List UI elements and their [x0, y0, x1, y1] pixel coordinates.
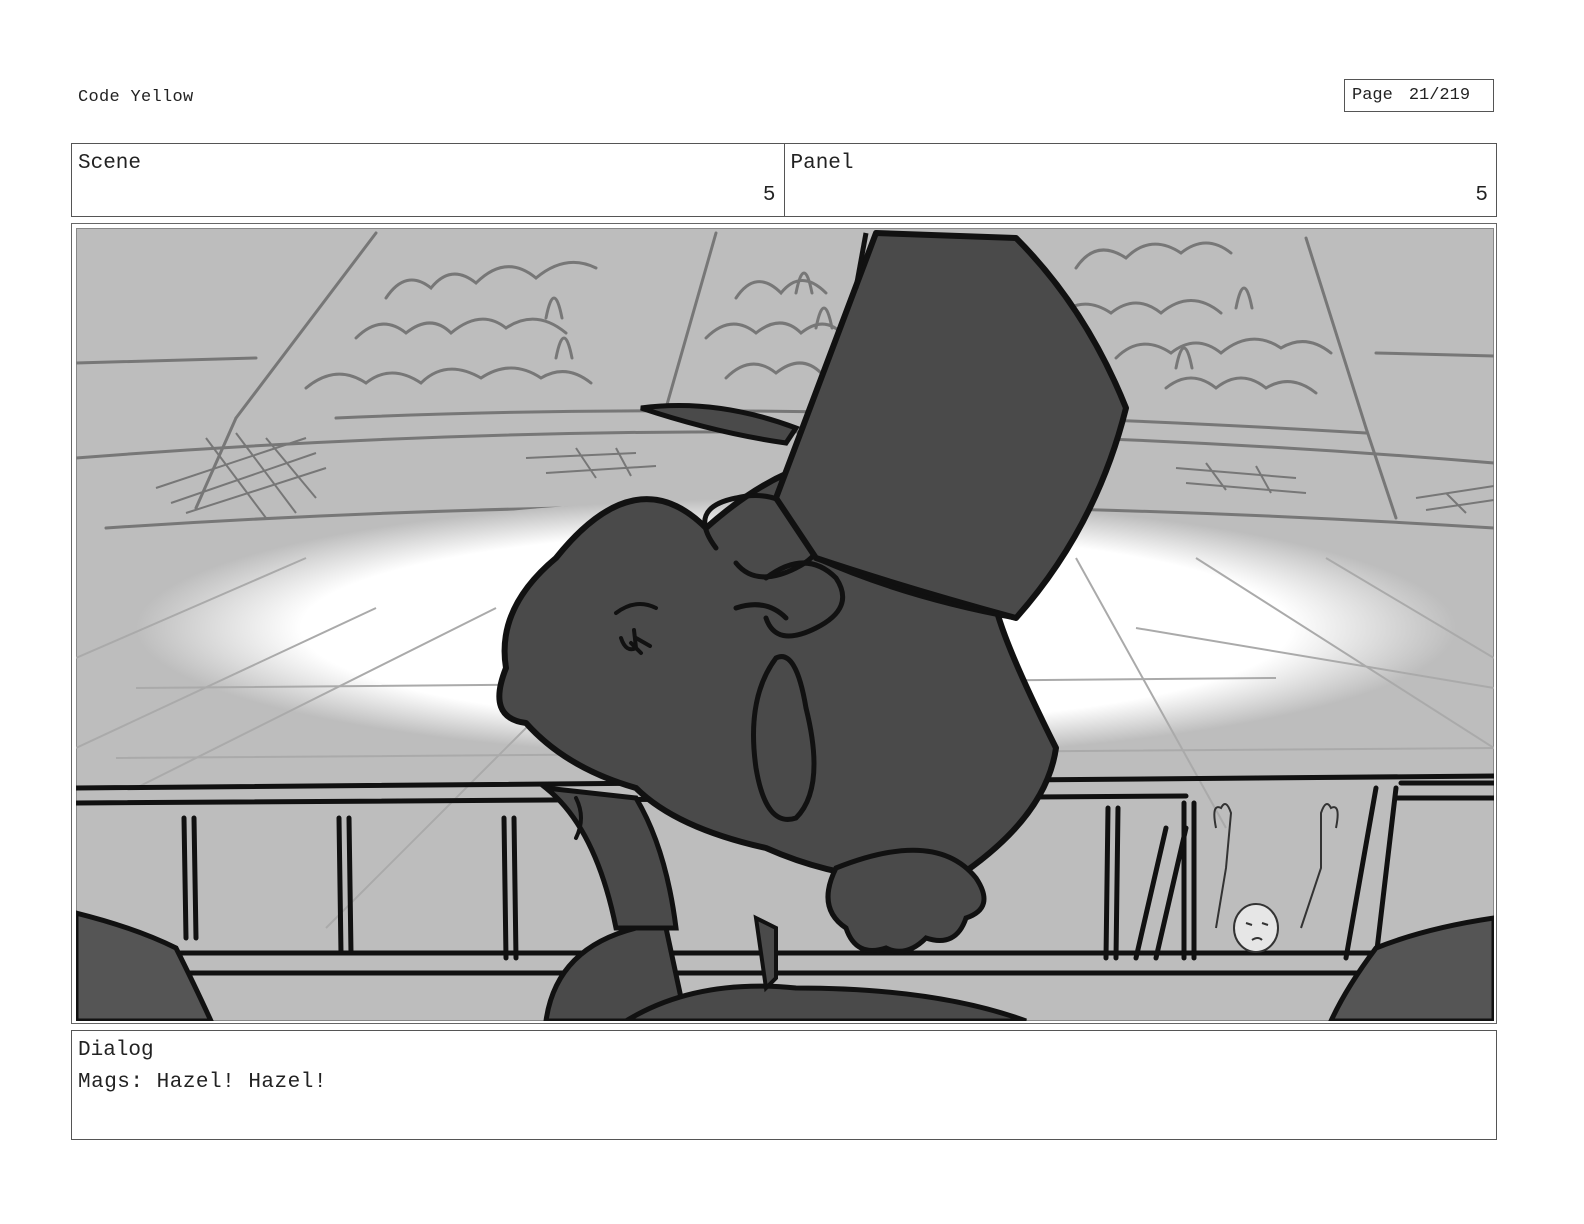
scene-cell: Scene 5 — [72, 144, 784, 216]
panel-cell: Panel 5 — [783, 144, 1497, 216]
dialog-label: Dialog — [78, 1039, 154, 1062]
dialog-box: Dialog Mags: Hazel! Hazel! — [71, 1030, 1497, 1140]
dialog-text: Mags: Hazel! Hazel! — [78, 1071, 327, 1094]
scene-label: Scene — [78, 152, 142, 175]
project-title: Code Yellow — [78, 88, 194, 107]
page-label: Page — [1352, 86, 1393, 105]
storyboard-frame — [71, 223, 1497, 1024]
scene-number: 5 — [762, 184, 776, 207]
page-indicator: Page 21/219 — [1344, 79, 1494, 112]
panel-label: Panel — [790, 152, 854, 175]
panel-number: 5 — [1475, 184, 1488, 207]
scene-panel-row: Scene 5 Panel 5 — [71, 143, 1497, 217]
page-number: 21/219 — [1408, 86, 1471, 105]
storyboard-drawing — [76, 228, 1494, 1021]
